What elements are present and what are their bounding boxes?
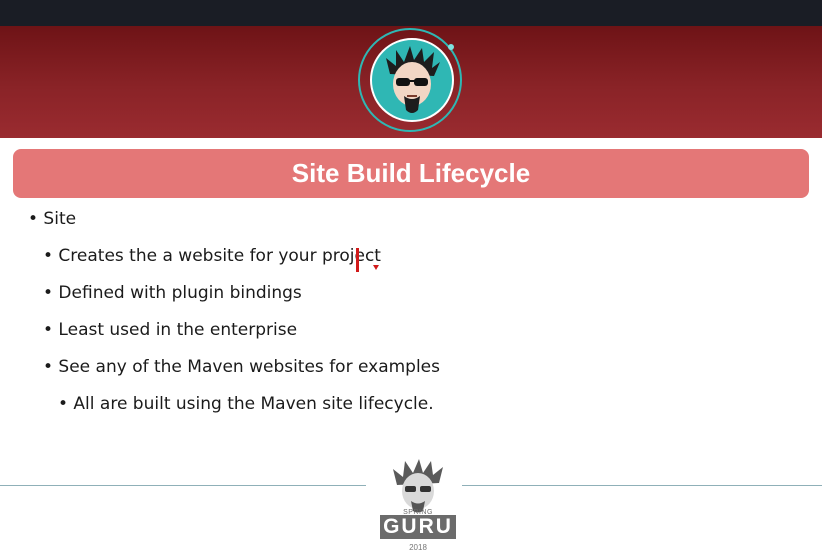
bullet-level1: • See any of the Maven websites for exam…	[43, 357, 441, 377]
bullet-level1: • Defined with plugin bindings	[43, 283, 302, 303]
guru-face-icon	[386, 46, 440, 113]
bullet-level1: • Creates the a website for your project	[43, 246, 381, 266]
guru-face-icon	[393, 459, 443, 513]
bullet-level0: • Site	[28, 209, 77, 229]
footer-logo	[383, 457, 453, 513]
footer-year: 2018	[409, 543, 427, 552]
guru-avatar-logo	[370, 38, 454, 122]
footer-divider-right	[462, 485, 822, 486]
bullet-level1: • Least used in the enterprise	[43, 320, 298, 340]
footer-divider-left	[0, 485, 366, 486]
slide-title-bar: Site Build Lifecycle	[13, 149, 809, 198]
footer-brand: GURU	[380, 515, 456, 539]
logo-accent-dot	[448, 44, 454, 50]
top-bar	[0, 0, 822, 26]
pen-cursor-icon	[373, 265, 379, 270]
slide-title: Site Build Lifecycle	[291, 158, 531, 188]
bullet-level2: • All are built using the Maven site lif…	[58, 394, 434, 414]
annotation-pen-mark	[356, 248, 359, 272]
